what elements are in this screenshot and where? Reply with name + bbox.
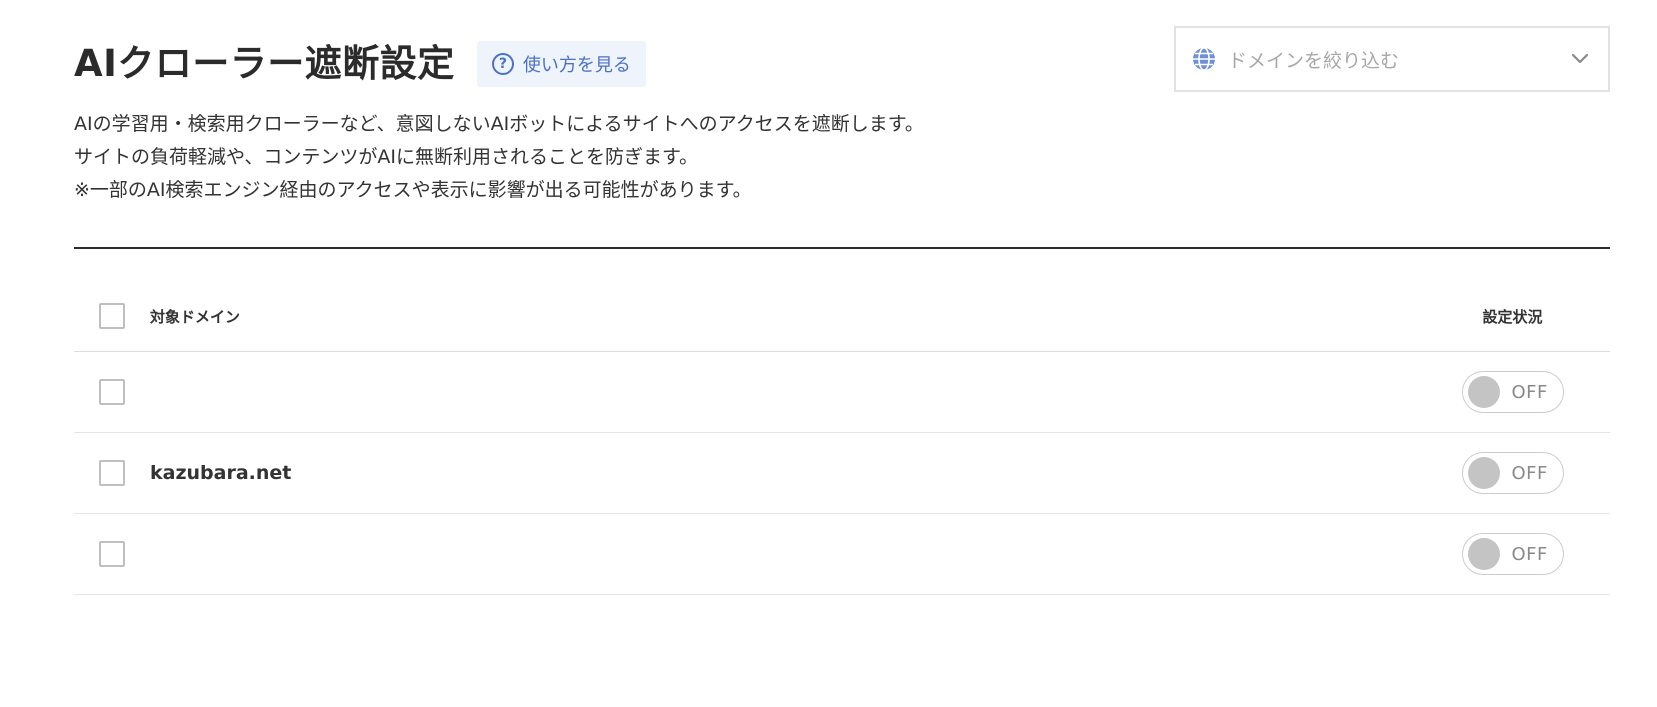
description-line: AIの学習用・検索用クローラーなど、意図しないAIボットによるサイトへのアクセス… xyxy=(74,113,924,135)
question-circle-icon: ? xyxy=(491,53,514,75)
domain-table: 対象ドメイン 設定状況 OFF kazubara.net OFF OFF xyxy=(74,281,1610,595)
toggle-label: OFF xyxy=(1511,543,1548,565)
crawler-block-toggle[interactable]: OFF xyxy=(1461,452,1564,494)
description-line: サイトの負荷軽減や、コンテンツがAIに無断利用されることを防ぎます。 xyxy=(74,146,699,168)
title-row: AIクローラー遮断設定 ? 使い方を見る xyxy=(74,38,646,90)
toggle-label: OFF xyxy=(1511,381,1548,403)
status-cell: OFF xyxy=(1390,371,1610,413)
domain-cell: kazubara.net xyxy=(150,462,1390,484)
page-title: AIクローラー遮断設定 xyxy=(74,42,455,85)
domain-filter-placeholder: ドメインを絞り込む xyxy=(1228,49,1400,72)
toggle-knob xyxy=(1467,457,1500,489)
toggle-label: OFF xyxy=(1511,462,1548,484)
table-row: OFF xyxy=(74,352,1610,433)
globe-icon xyxy=(1193,47,1215,71)
status-column-header: 設定状況 xyxy=(1390,306,1610,327)
domain-column-label: 対象ドメイン xyxy=(150,307,241,326)
section-divider xyxy=(74,247,1610,249)
toggle-knob xyxy=(1467,376,1500,408)
status-cell: OFF xyxy=(1390,452,1610,494)
toggle-knob xyxy=(1467,538,1500,570)
chevron-down-icon xyxy=(1571,53,1589,64)
table-row: OFF xyxy=(74,514,1610,595)
ai-crawler-block-settings-page: AIクローラー遮断設定 ? 使い方を見る AIの学習用・検索用クローラーなど、意… xyxy=(0,0,1657,707)
crawler-block-toggle[interactable]: OFF xyxy=(1461,533,1564,575)
help-link-label: 使い方を見る xyxy=(522,55,631,76)
row-checkbox[interactable] xyxy=(99,379,125,405)
select-all-checkbox[interactable] xyxy=(99,303,125,329)
crawler-block-toggle[interactable]: OFF xyxy=(1461,371,1564,413)
domain-name: kazubara.net xyxy=(150,462,292,484)
row-checkbox[interactable] xyxy=(99,460,125,486)
row-checkbox[interactable] xyxy=(99,541,125,567)
status-column-label: 設定状況 xyxy=(1482,307,1543,326)
description-line: ※一部のAI検索エンジン経由のアクセスや表示に影響が出る可能性があります。 xyxy=(74,179,752,201)
table-header: 対象ドメイン 設定状況 xyxy=(74,281,1610,352)
domain-filter-select[interactable]: ドメインを絞り込む xyxy=(1174,26,1610,92)
status-cell: OFF xyxy=(1390,533,1610,575)
description: AIの学習用・検索用クローラーなど、意図しないAIボットによるサイトへのアクセス… xyxy=(74,108,924,207)
table-row: kazubara.net OFF xyxy=(74,433,1610,514)
domain-column-header: 対象ドメイン xyxy=(150,306,1390,327)
help-link[interactable]: ? 使い方を見る xyxy=(476,41,646,87)
